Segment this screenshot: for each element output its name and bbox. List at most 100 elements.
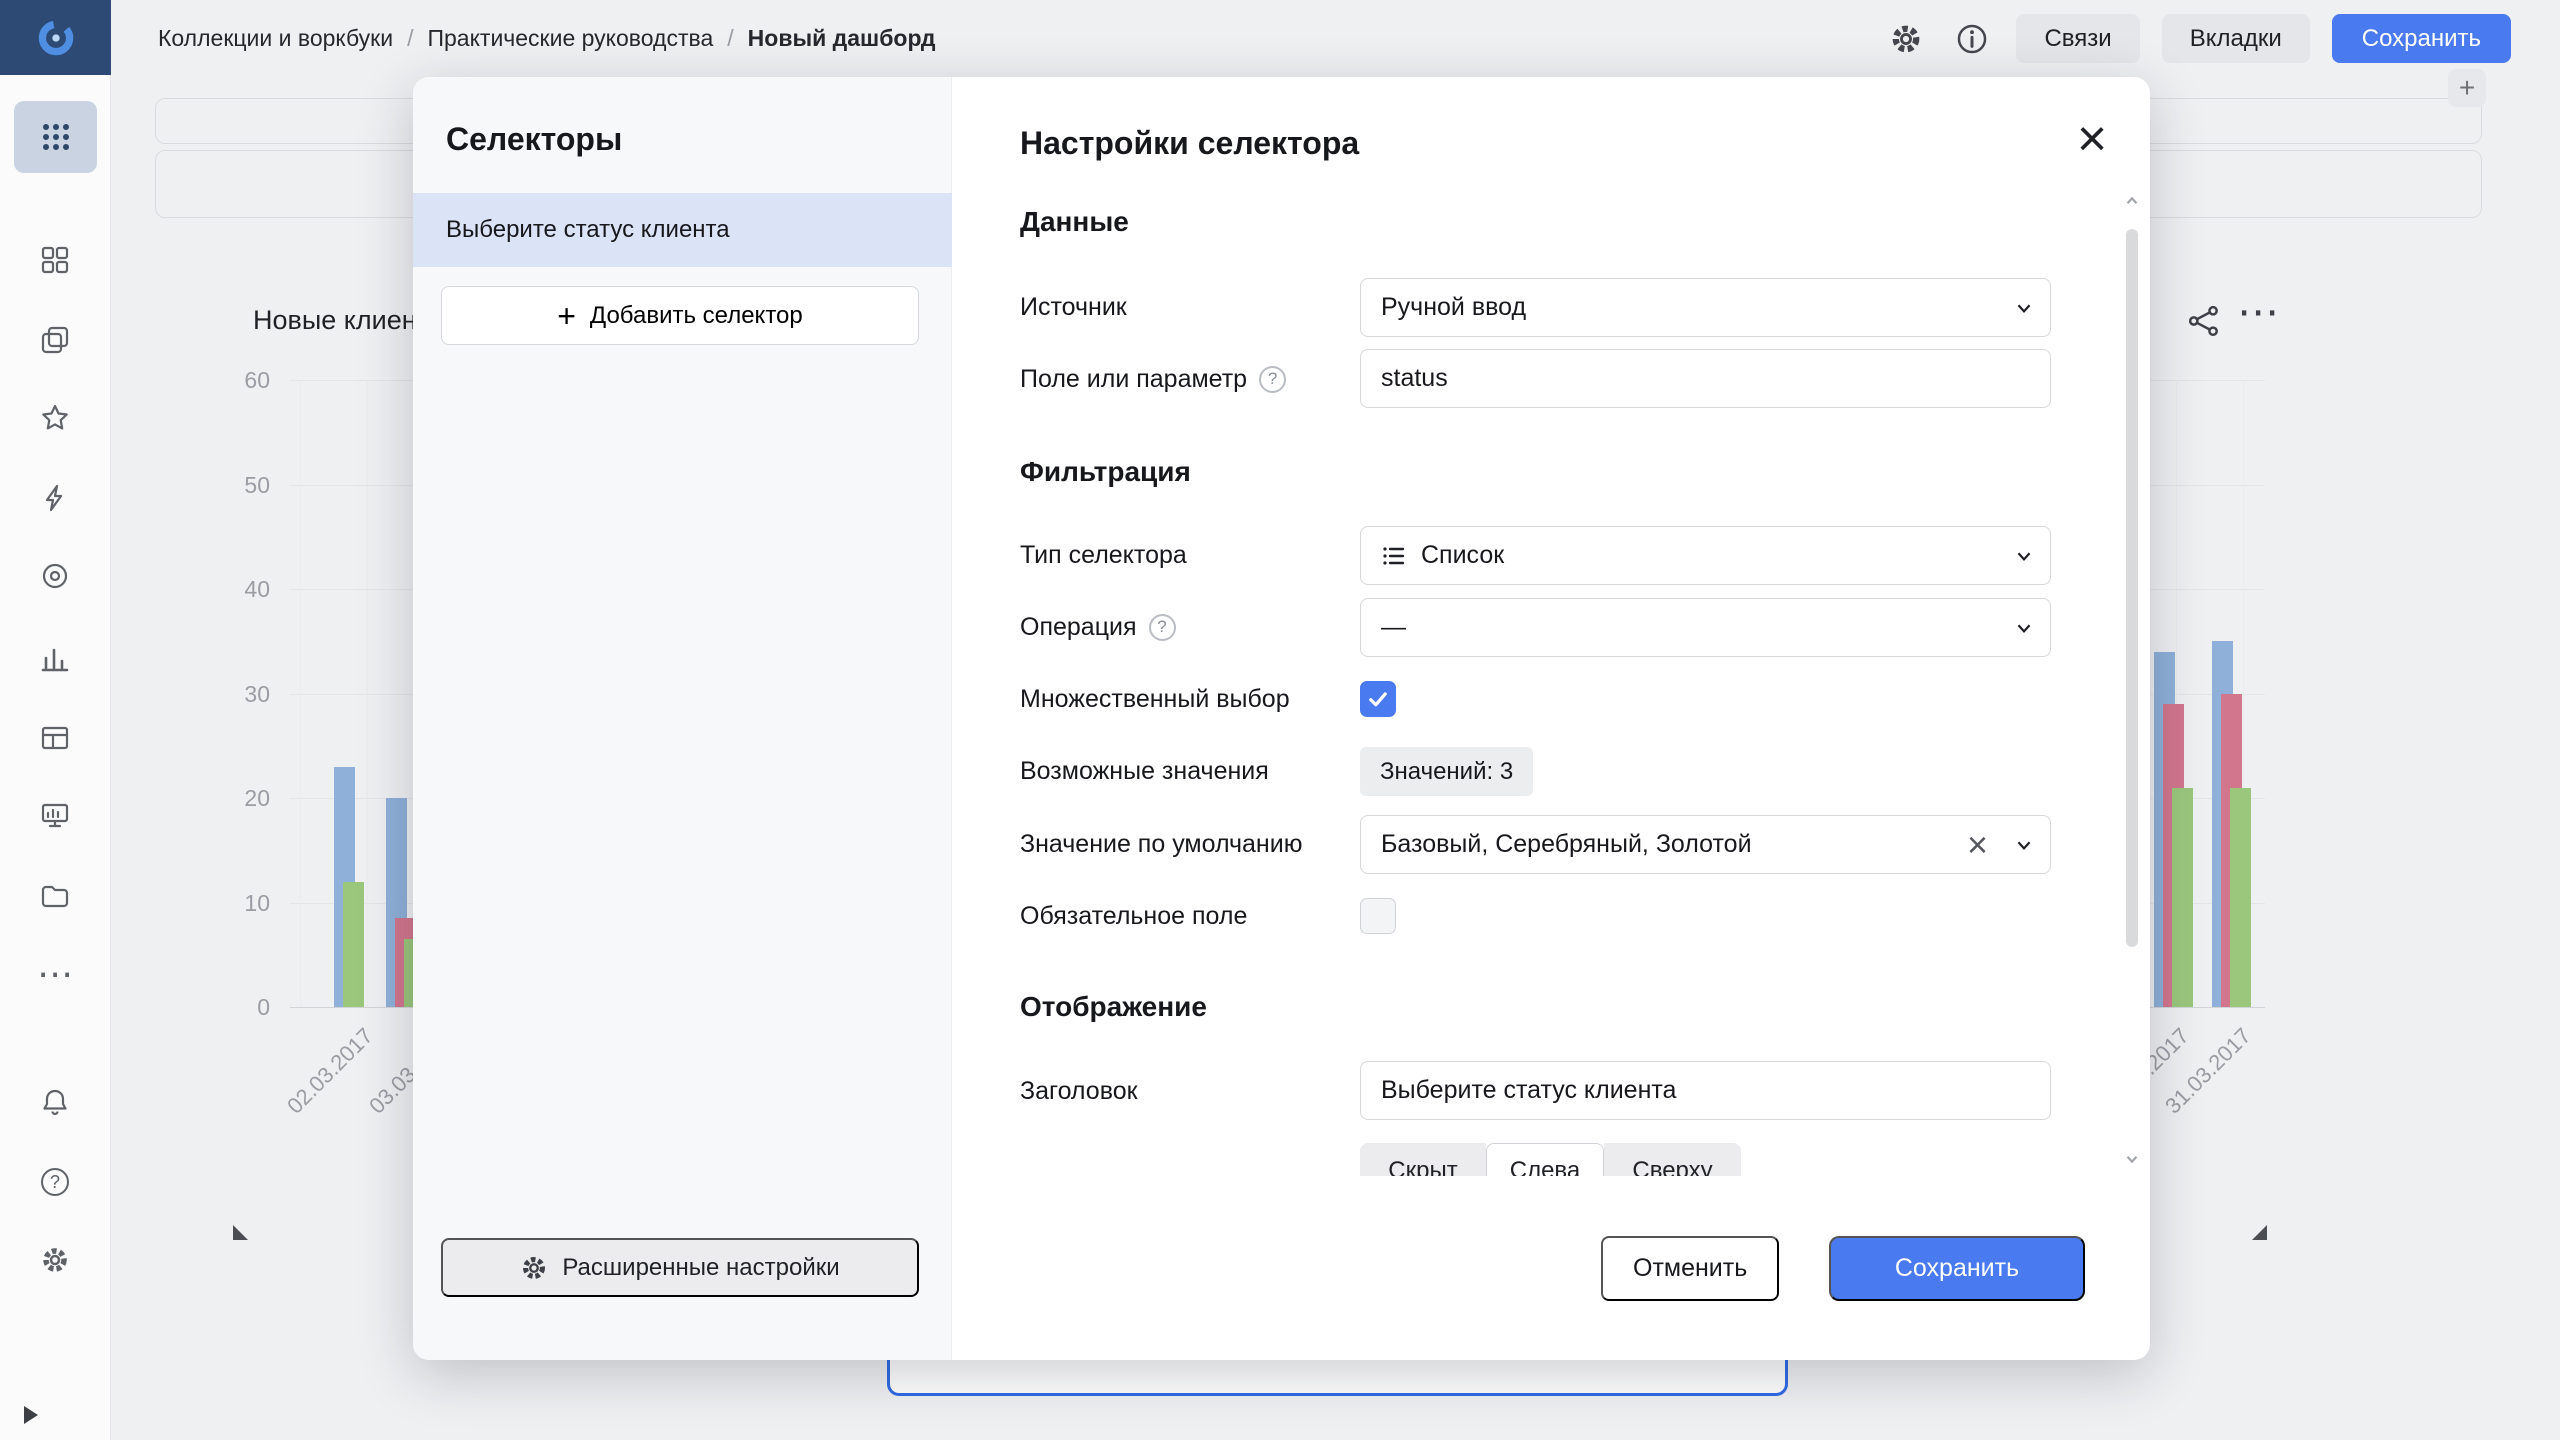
operation-select[interactable]: — [1360, 598, 2051, 657]
advanced-settings-button[interactable]: Расширенные настройки [441, 1238, 919, 1297]
grid-icon [40, 121, 72, 153]
close-icon: × [2077, 109, 2107, 169]
breadcrumb-collections[interactable]: Коллекции и воркбуки [158, 25, 393, 52]
chevron-down-icon [2014, 298, 2034, 318]
y-axis-label: 60 [206, 367, 270, 394]
relations-button[interactable]: Связи [2016, 14, 2139, 63]
field-label: Поле или параметр ? [1020, 364, 1286, 394]
help-icon[interactable]: ? [1259, 366, 1286, 393]
nav-presentations-item[interactable] [33, 794, 77, 838]
dashboard-settings-button[interactable] [1884, 17, 1928, 61]
type-value: Список [1421, 541, 1504, 570]
selector-settings-pane: Настройки селектора × Данные Источник Ру… [952, 77, 2150, 1360]
scroll-down-arrow[interactable] [2124, 1151, 2140, 1167]
y-axis-label: 10 [206, 890, 270, 917]
chart-bar-green [2230, 788, 2251, 1007]
field-label-text: Поле или параметр [1020, 364, 1247, 394]
lightning-icon [40, 483, 70, 513]
ellipsis-icon: ⋯ [2237, 287, 2281, 336]
nav-monitoring-item[interactable] [33, 554, 77, 598]
nav-files-item[interactable] [33, 874, 77, 918]
share-icon [2187, 304, 2221, 338]
tabs-button[interactable]: Вкладки [2162, 14, 2310, 63]
nav-favorites-item[interactable] [33, 396, 77, 440]
nav-datasets-item[interactable] [33, 716, 77, 760]
nav-more-item[interactable]: ⋯ [33, 952, 77, 996]
monitor-icon [40, 801, 70, 831]
operation-label: Операция ? [1020, 612, 1176, 642]
star-icon [40, 403, 70, 433]
save-selector-button[interactable]: Сохранить [1829, 1236, 2085, 1301]
widget-resize-handle-right[interactable] [2252, 1225, 2267, 1240]
default-value-label: Значение по умолчанию [1020, 829, 1302, 859]
source-value: Ручной ввод [1381, 293, 1526, 322]
selector-type-select[interactable]: Список [1360, 526, 2051, 585]
dashboards-icon [40, 245, 70, 275]
gear-icon [520, 1254, 548, 1282]
gear-icon [40, 1245, 70, 1275]
y-axis-label: 40 [206, 576, 270, 603]
title-placement-group: Скрыт Слева Сверху [1360, 1143, 1741, 1176]
gridline-vertical [367, 380, 368, 1007]
section-display-heading: Отображение [1020, 991, 1207, 1023]
dashboard-info-button[interactable] [1950, 17, 1994, 61]
clear-icon[interactable]: × [1967, 830, 1988, 860]
collections-icon [40, 325, 70, 355]
multiselect-checkbox[interactable] [1360, 681, 1396, 717]
nav-dashboards-item[interactable] [33, 238, 77, 282]
selectors-list-pane: Селекторы Выберите статус клиента + Доба… [413, 77, 952, 1360]
default-value-label-text: Значение по умолчанию [1020, 829, 1302, 859]
app-canvas: ⋯ ? Коллекции и воркбуки / Практические … [0, 0, 2560, 1440]
list-icon [1381, 543, 1407, 569]
default-value-select[interactable]: Базовый, Серебряный, Золотой × [1360, 815, 2051, 874]
add-selector-button[interactable]: + Добавить селектор [441, 286, 919, 345]
source-select[interactable]: Ручной ввод [1360, 278, 2051, 337]
chart-links-button[interactable] [2182, 299, 2226, 343]
help-button[interactable]: ? [33, 1160, 77, 1204]
sidebar-expand-button[interactable] [24, 1406, 38, 1424]
widget-resize-handle-left[interactable] [233, 1225, 248, 1240]
chart-menu-button[interactable]: ⋯ [2233, 289, 2285, 333]
tab-placement-top[interactable]: Сверху [1604, 1143, 1741, 1176]
nav-functions-item[interactable] [33, 476, 77, 520]
breadcrumb-separator: / [727, 25, 733, 52]
scroll-up-arrow[interactable] [2124, 193, 2140, 209]
chevron-down-icon [2014, 546, 2034, 566]
tab-placement-left[interactable]: Слева [1486, 1143, 1604, 1176]
section-filtering-heading: Фильтрация [1020, 456, 1191, 488]
chart-bar-green [2172, 788, 2193, 1007]
help-icon[interactable]: ? [1149, 614, 1176, 641]
save-dashboard-button[interactable]: Сохранить [2332, 14, 2511, 63]
source-label: Источник [1020, 292, 1127, 322]
question-icon: ? [41, 1168, 69, 1196]
ellipsis-icon: ⋯ [37, 964, 73, 984]
required-checkbox[interactable] [1360, 898, 1396, 934]
type-label-text: Тип селектора [1020, 540, 1187, 570]
breadcrumb: Коллекции и воркбуки / Практические руко… [158, 0, 936, 77]
header-actions: Связи Вкладки Сохранить [1884, 0, 2511, 77]
scrollbar-thumb[interactable] [2126, 229, 2138, 947]
selector-list-item[interactable]: Выберите статус клиента [413, 193, 952, 267]
y-axis-label: 30 [206, 681, 270, 708]
all-services-button[interactable] [14, 101, 97, 173]
nav-charts-item[interactable] [33, 636, 77, 680]
gridline-vertical [300, 380, 301, 1007]
y-axis-label: 50 [206, 472, 270, 499]
source-label-text: Источник [1020, 292, 1127, 322]
info-icon [1955, 22, 1989, 56]
app-logo[interactable] [0, 0, 111, 75]
close-modal-button[interactable]: × [2064, 111, 2120, 167]
breadcrumb-workbook[interactable]: Практические руководства [427, 25, 713, 52]
section-data-heading: Данные [1020, 206, 1129, 238]
notifications-button[interactable] [33, 1080, 77, 1124]
field-input[interactable]: status [1360, 349, 2051, 408]
possible-values-chip[interactable]: Значений: 3 [1360, 747, 1533, 796]
required-label: Обязательное поле [1020, 901, 1247, 931]
cancel-button[interactable]: Отменить [1601, 1236, 1779, 1301]
title-input[interactable]: Выберите статус клиента [1360, 1061, 2051, 1120]
tab-placement-hidden[interactable]: Скрыт [1360, 1143, 1486, 1176]
sidebar-settings-button[interactable] [33, 1238, 77, 1282]
datalens-logo-icon [33, 15, 79, 61]
add-selector-label: Добавить селектор [590, 302, 803, 330]
nav-collections-item[interactable] [33, 318, 77, 362]
